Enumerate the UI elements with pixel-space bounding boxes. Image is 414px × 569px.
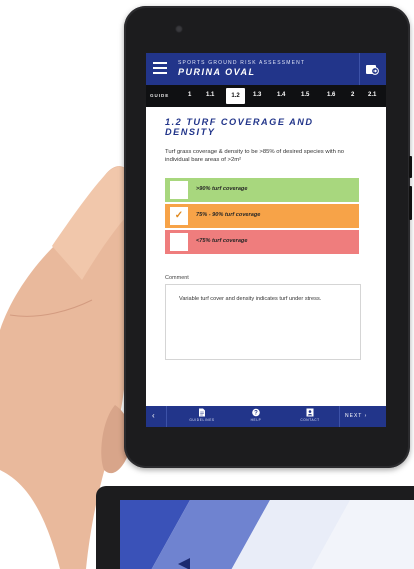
menu-icon[interactable]: [153, 62, 167, 74]
volume-button: [409, 156, 412, 178]
section-description: Turf grass coverage & density to be >85%…: [165, 149, 345, 163]
second-device-screen: [120, 500, 414, 569]
contact-icon: [306, 408, 314, 417]
checkbox-empty[interactable]: [170, 233, 188, 251]
help-button[interactable]: ? HELP: [234, 408, 278, 422]
tab-2[interactable]: 2: [351, 92, 354, 98]
contact-label: CONTACT: [300, 418, 320, 422]
next-button[interactable]: NEXT ›: [345, 413, 367, 419]
app-subtitle: SPORTS GROUND RISK ASSESSMENT: [178, 60, 306, 66]
tab-1-3[interactable]: 1.3: [253, 92, 261, 98]
section-heading-line-1: 1.2 TURF COVERAGE AND: [165, 117, 314, 127]
guidelines-icon: [199, 408, 205, 417]
comment-textarea[interactable]: Variable turf cover and density indicate…: [165, 284, 361, 360]
second-device: [96, 486, 414, 569]
option-label: 75% - 90% turf coverage: [196, 212, 261, 218]
tab-1-6[interactable]: 1.6: [327, 92, 335, 98]
tablet-device: SPORTS GROUND RISK ASSESSMENT PURINA OVA…: [124, 6, 412, 468]
option-over-90[interactable]: >90% turf coverage: [165, 178, 359, 202]
toolbar-divider: [339, 406, 340, 427]
section-heading-line-2: DENSITY: [165, 127, 216, 137]
help-label: HELP: [250, 418, 262, 422]
option-label: >90% turf coverage: [196, 186, 248, 192]
tab-1-5[interactable]: 1.5: [301, 92, 309, 98]
checkbox-empty[interactable]: [170, 181, 188, 199]
option-label: <75% turf coverage: [196, 238, 248, 244]
venue-title: PURINA OVAL: [178, 67, 256, 77]
section-heading: 1.2 TURF COVERAGE AND DENSITY: [165, 117, 365, 137]
tab-2-1[interactable]: 2.1: [368, 92, 376, 98]
option-75-90[interactable]: ✓ 75% - 90% turf coverage: [165, 204, 359, 228]
tab-1-4[interactable]: 1.4: [277, 92, 285, 98]
svg-text:?: ?: [254, 411, 258, 417]
bottom-toolbar: ‹ GUIDELINES ? HELP CONTACT NEXT ›: [146, 406, 386, 427]
app-screen: SPORTS GROUND RISK ASSESSMENT PURINA OVA…: [146, 53, 386, 427]
tab-1-2[interactable]: 1.2: [226, 88, 245, 104]
export-icon[interactable]: [365, 62, 379, 76]
checkbox-checked[interactable]: ✓: [170, 207, 188, 225]
tab-1-1[interactable]: 1.1: [206, 92, 214, 98]
tab-guide[interactable]: GUIDE: [150, 93, 169, 98]
guidelines-button[interactable]: GUIDELINES: [180, 408, 224, 422]
second-screen-graphic: [120, 500, 350, 569]
comment-label: Comment: [165, 275, 189, 281]
app-header: SPORTS GROUND RISK ASSESSMENT PURINA OVA…: [146, 53, 386, 85]
power-button: [409, 186, 412, 220]
toolbar-divider: [166, 406, 167, 427]
help-icon: ?: [252, 408, 260, 417]
contact-button[interactable]: CONTACT: [288, 408, 332, 422]
tab-1[interactable]: 1: [188, 92, 191, 98]
comment-text: Variable turf cover and density indicate…: [179, 296, 322, 302]
guidelines-label: GUIDELINES: [189, 418, 215, 422]
camera-icon: [175, 25, 183, 33]
checkmark-icon: ✓: [174, 210, 184, 221]
section-nav: GUIDE 1 1.1 1.2 1.3 1.4 1.5 1.6 2 2.1: [146, 85, 386, 107]
option-under-75[interactable]: <75% turf coverage: [165, 230, 359, 254]
header-divider: [359, 53, 360, 85]
back-button[interactable]: ‹: [152, 411, 155, 420]
